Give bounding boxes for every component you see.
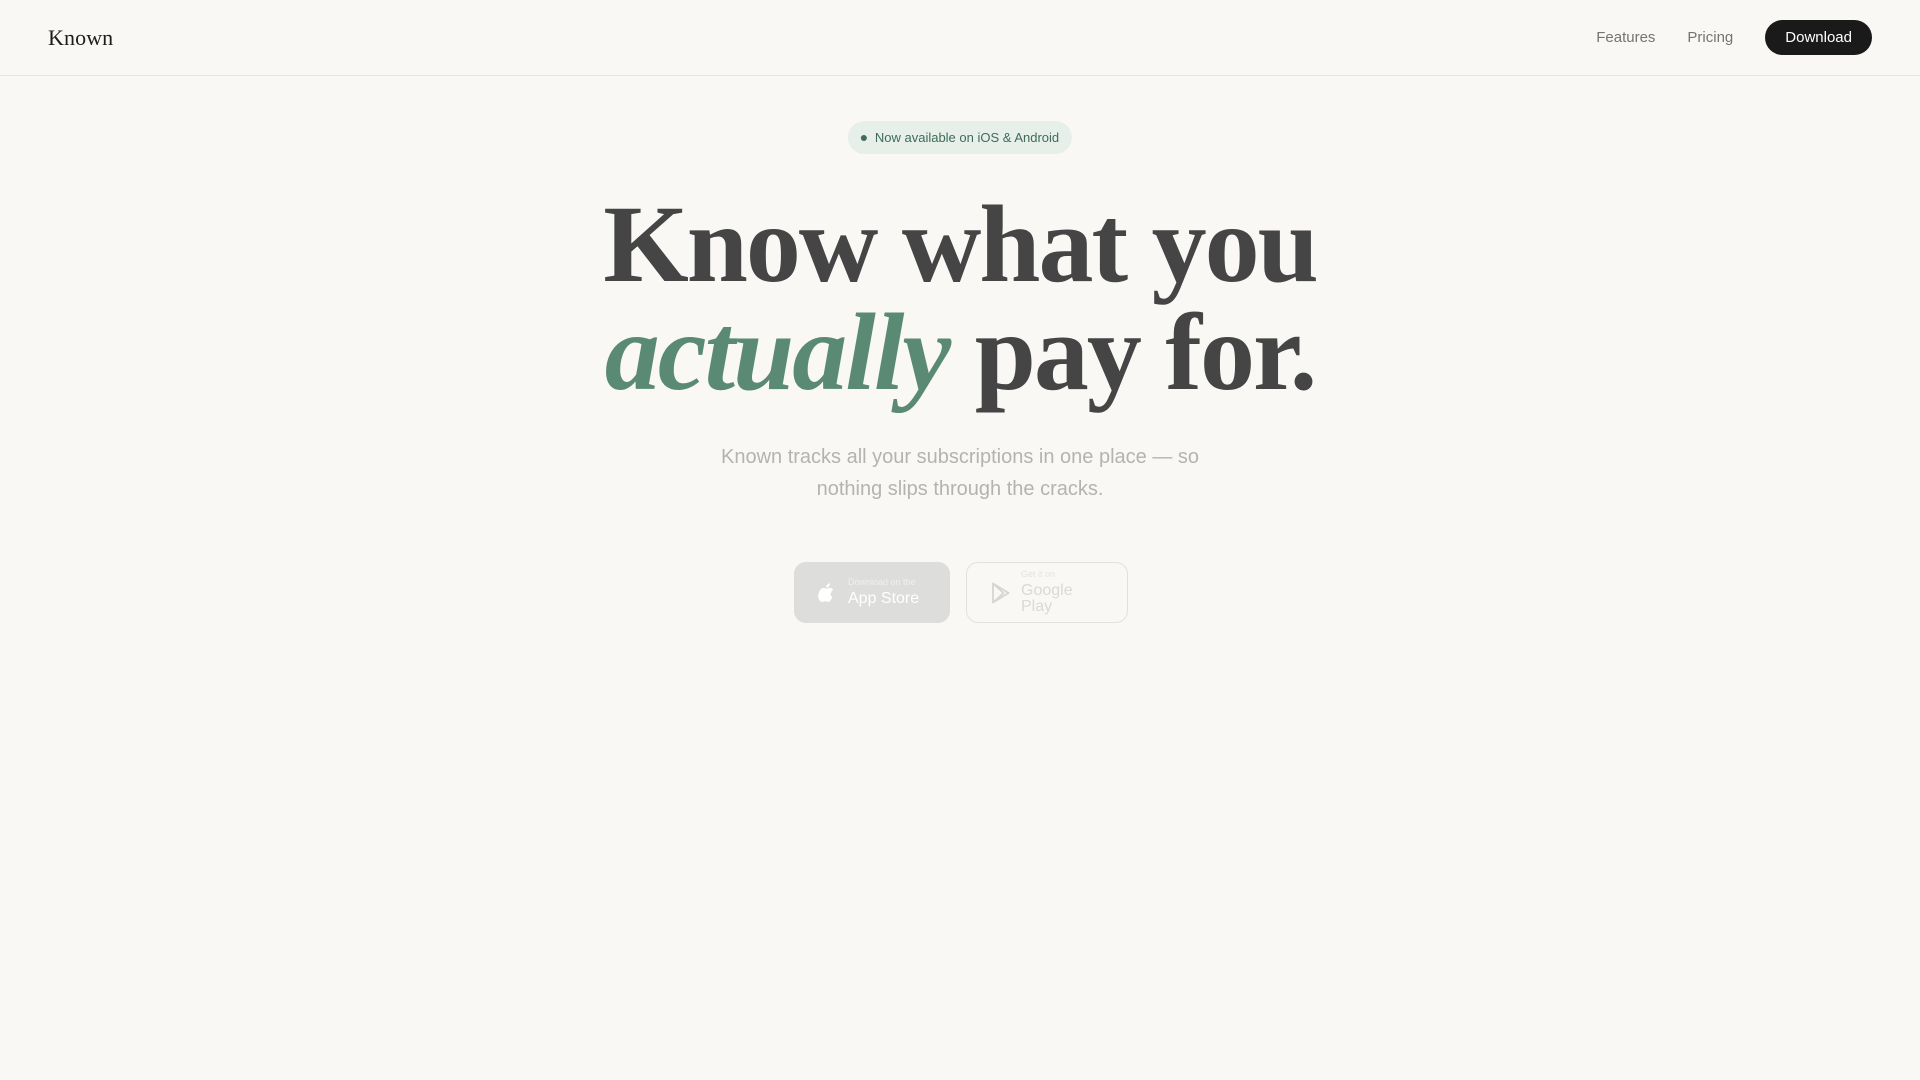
availability-badge: Now available on iOS & Android bbox=[847, 121, 1073, 154]
nav-link-features[interactable]: Features bbox=[1596, 29, 1655, 46]
google-play-text: Get it on Google Play bbox=[1021, 570, 1103, 615]
nav-links: Features Pricing Download bbox=[1596, 20, 1872, 55]
apple-icon bbox=[818, 582, 838, 604]
google-play-icon bbox=[991, 582, 1011, 604]
google-play-caption: Get it on bbox=[1021, 569, 1056, 579]
app-store-text: Download on the App Store bbox=[848, 578, 919, 607]
download-button[interactable]: Download bbox=[1765, 20, 1872, 55]
app-store-caption: Download on the bbox=[848, 577, 916, 587]
status-dot-icon bbox=[860, 134, 867, 141]
nav-link-pricing[interactable]: Pricing bbox=[1687, 29, 1733, 46]
hero-title: Know what you actually pay for. bbox=[0, 189, 1920, 407]
google-play-button[interactable]: Get it on Google Play bbox=[966, 562, 1128, 623]
store-buttons: Download on the App Store Get it on Goog… bbox=[794, 562, 1128, 623]
availability-badge-text: Now available on iOS & Android bbox=[874, 130, 1060, 145]
top-navbar: Known Features Pricing Download bbox=[0, 0, 1920, 76]
hero-subtitle: Known tracks all your subscriptions in o… bbox=[720, 446, 1199, 500]
hero-title-line1: Know what you bbox=[603, 183, 1319, 305]
app-store-button[interactable]: Download on the App Store bbox=[794, 562, 950, 623]
app-store-label: App Store bbox=[848, 590, 920, 607]
hero-title-accent: actually bbox=[604, 291, 952, 413]
hero-title-line2: pay for. bbox=[949, 291, 1318, 413]
google-play-label: Google Play bbox=[1021, 582, 1073, 615]
brand-logo[interactable]: Known bbox=[48, 25, 113, 51]
